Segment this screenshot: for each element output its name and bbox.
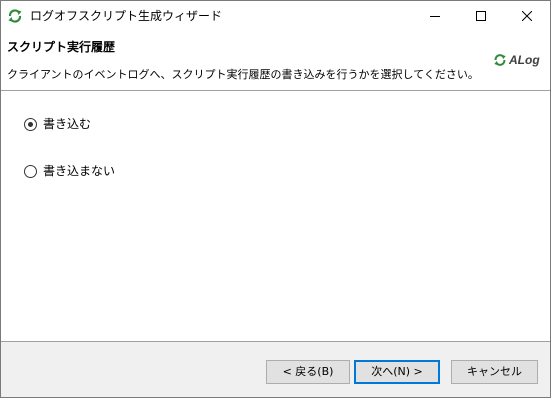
radio-button-selected[interactable] (24, 117, 37, 131)
option-label[interactable]: 書き込む (43, 116, 91, 132)
next-button[interactable]: 次へ(N) > (354, 360, 440, 384)
option-write[interactable]: 書き込む (24, 116, 91, 132)
options-panel: 書き込む 書き込まない (1, 91, 550, 341)
option-label[interactable]: 書き込まない (43, 163, 115, 179)
page-title: スクリプト実行履歴 (7, 40, 116, 54)
option-do-not-write[interactable]: 書き込まない (24, 163, 115, 179)
maximize-button[interactable] (458, 1, 504, 31)
close-icon (522, 11, 532, 21)
wizard-header: スクリプト実行履歴 クライアントのイベントログへ、スクリプト実行履歴の書き込みを… (1, 31, 550, 90)
refresh-arrows-icon (8, 9, 22, 23)
wizard-window: ログオフスクリプト生成ウィザード スクリプト実行履歴 クライアントのイベントログ… (0, 0, 551, 398)
footer-divider (1, 341, 550, 342)
logo-text: ALog (509, 53, 540, 67)
title-bar[interactable]: ログオフスクリプト生成ウィザード (1, 1, 550, 31)
alog-logo-icon (494, 54, 506, 66)
page-description: クライアントのイベントログへ、スクリプト実行履歴の書き込みを行うかを選択してくだ… (7, 68, 479, 81)
alog-logo: ALog (493, 51, 545, 69)
window-title: ログオフスクリプト生成ウィザード (30, 9, 223, 23)
close-button[interactable] (504, 1, 550, 31)
cancel-button[interactable]: キャンセル (451, 360, 538, 384)
radio-button[interactable] (24, 164, 37, 178)
radio-dot (28, 121, 33, 127)
minimize-icon (430, 16, 440, 17)
maximize-icon (476, 11, 486, 21)
minimize-button[interactable] (412, 1, 458, 31)
back-button[interactable]: < 戻る(B) (266, 360, 350, 384)
